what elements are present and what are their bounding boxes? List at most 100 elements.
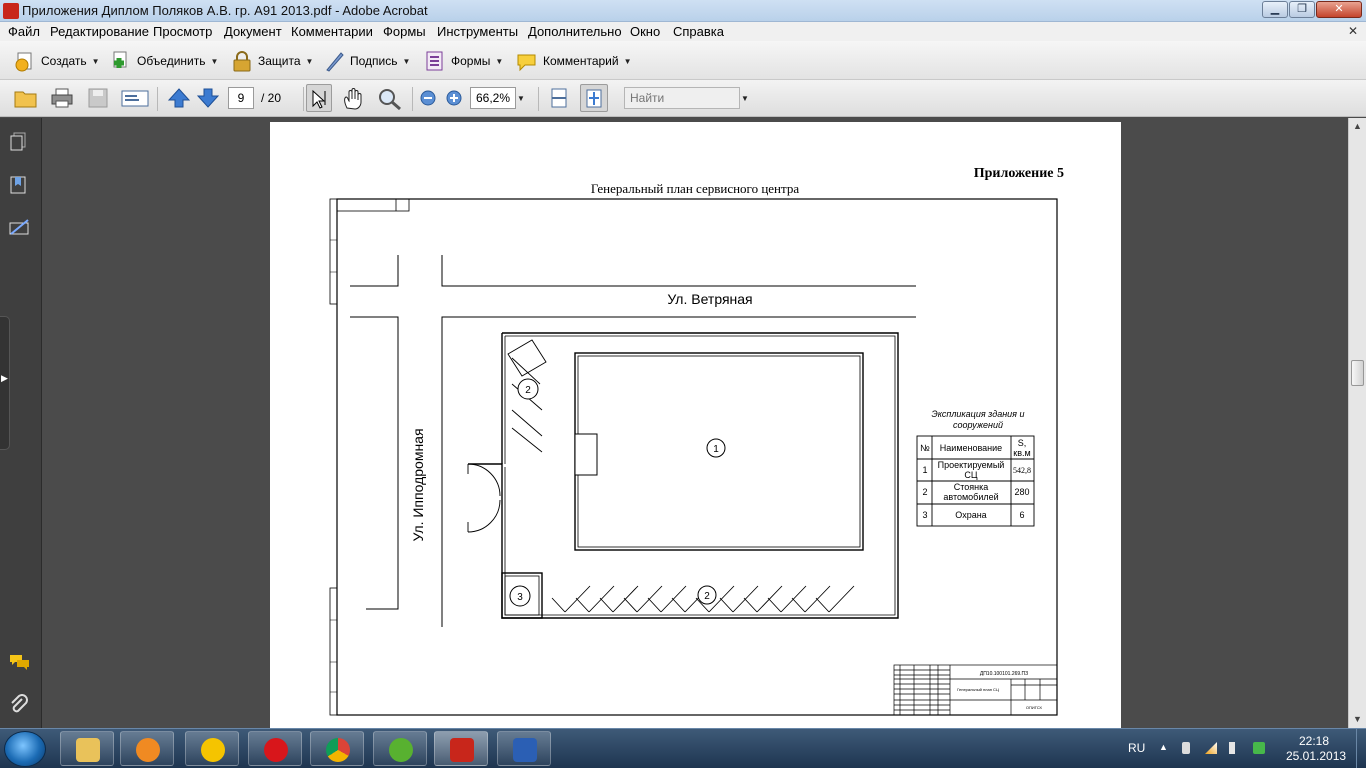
svg-text:1: 1 bbox=[922, 465, 927, 475]
print-icon[interactable] bbox=[51, 88, 73, 108]
zoom-in-icon[interactable] bbox=[446, 90, 462, 110]
explication-title: Экспликация здания и bbox=[932, 409, 1025, 419]
close-button[interactable]: ✕ bbox=[1316, 1, 1362, 18]
open-folder-icon[interactable] bbox=[14, 88, 37, 108]
signatures-panel-icon[interactable] bbox=[9, 218, 29, 238]
secure-button[interactable]: Защита ▼ bbox=[231, 50, 313, 72]
taskbar-utorrent[interactable] bbox=[373, 731, 427, 766]
acrobat-icon bbox=[450, 738, 474, 762]
zoom-tool-icon[interactable] bbox=[378, 88, 401, 111]
network-icon[interactable] bbox=[1205, 742, 1217, 754]
menu-help[interactable]: Справка bbox=[673, 24, 724, 39]
svg-text:№: № bbox=[920, 443, 930, 453]
comment-button[interactable]: Комментарий ▼ bbox=[516, 50, 632, 72]
email-icon[interactable] bbox=[121, 88, 149, 108]
action-center-icon[interactable] bbox=[1253, 742, 1265, 754]
start-button[interactable] bbox=[4, 731, 46, 767]
fit-page-icon[interactable] bbox=[580, 84, 608, 112]
window-title-bar: Приложения Диплом Поляков А.В. гр. А91 2… bbox=[0, 0, 1366, 22]
scroll-up-icon[interactable]: ▲ bbox=[1353, 121, 1362, 131]
toolbar-separator bbox=[157, 87, 158, 111]
scrollbar-thumb[interactable] bbox=[1351, 360, 1364, 386]
vertical-scrollbar[interactable]: ▲ ▼ bbox=[1348, 118, 1366, 728]
show-hidden-icons-icon[interactable]: ▲ bbox=[1159, 742, 1168, 752]
menu-tools[interactable]: Инструменты bbox=[437, 24, 518, 39]
pane-expand-handle[interactable]: ▶ bbox=[0, 316, 10, 450]
menu-document[interactable]: Документ bbox=[224, 24, 282, 39]
bookmarks-panel-icon[interactable] bbox=[9, 175, 29, 195]
battery-icon[interactable] bbox=[1182, 742, 1190, 754]
taskbar-acrobat[interactable] bbox=[434, 731, 488, 766]
window-title: Приложения Диплом Поляков А.В. гр. А91 2… bbox=[22, 3, 428, 18]
street-label-ippodromnaya: Ул. Ипподромная bbox=[410, 428, 426, 541]
taskbar-chrome[interactable] bbox=[310, 731, 364, 766]
forms-button[interactable]: Формы ▼ bbox=[424, 50, 503, 72]
toolbar-separator bbox=[303, 87, 304, 111]
menu-comments[interactable]: Комментарии bbox=[291, 24, 373, 39]
menu-view[interactable]: Просмотр bbox=[153, 24, 212, 39]
taskbar-media-player[interactable] bbox=[120, 731, 174, 766]
menu-advanced[interactable]: Дополнительно bbox=[528, 24, 622, 39]
menu-file[interactable]: Файл bbox=[8, 24, 40, 39]
document-close-icon[interactable]: ✕ bbox=[1348, 24, 1358, 38]
svg-text:542,8: 542,8 bbox=[1013, 466, 1031, 475]
taskbar-word[interactable] bbox=[497, 731, 551, 766]
page-number-input[interactable] bbox=[228, 87, 254, 109]
site-plan-drawing: Приложение 5 Генеральный план сервисного… bbox=[329, 166, 1064, 716]
toolbar-separator bbox=[538, 87, 539, 111]
search-input[interactable] bbox=[624, 87, 740, 109]
create-button[interactable]: Создать ▼ bbox=[14, 50, 100, 72]
zoom-out-icon[interactable] bbox=[420, 90, 436, 110]
svg-text:3: 3 bbox=[922, 510, 927, 520]
navigation-pane: ▶ bbox=[0, 118, 42, 728]
previous-page-icon[interactable] bbox=[167, 88, 191, 108]
zoom-input[interactable] bbox=[470, 87, 516, 109]
windows-taskbar: RU ▲ 22:18 25.01.2013 bbox=[0, 728, 1366, 768]
explication-subtitle: сооружений bbox=[953, 420, 1003, 430]
pages-panel-icon[interactable] bbox=[9, 132, 29, 152]
comment-label: Комментарий bbox=[543, 54, 619, 68]
scroll-down-icon[interactable]: ▼ bbox=[1353, 714, 1362, 724]
combine-button[interactable]: Объединить ▼ bbox=[110, 50, 218, 72]
chevron-down-icon: ▼ bbox=[305, 56, 314, 66]
search-dropdown-chevron-icon[interactable]: ▼ bbox=[741, 94, 749, 103]
select-tool-icon[interactable] bbox=[306, 84, 332, 112]
taskbar-opera[interactable] bbox=[248, 731, 302, 766]
attachments-panel-icon[interactable] bbox=[9, 694, 29, 714]
svg-text:2: 2 bbox=[525, 385, 531, 396]
sign-button[interactable]: Подпись ▼ bbox=[323, 50, 410, 72]
taskbar-explorer[interactable] bbox=[60, 731, 114, 766]
svg-text:кв.м: кв.м bbox=[1013, 448, 1030, 458]
chevron-down-icon: ▼ bbox=[495, 56, 504, 66]
tasks-toolbar: Создать ▼ Объединить ▼ Защита ▼ Подпись … bbox=[0, 41, 1366, 80]
svg-text:3: 3 bbox=[517, 592, 523, 603]
menu-edit[interactable]: Редактирование bbox=[50, 24, 149, 39]
menu-forms[interactable]: Формы bbox=[383, 24, 426, 39]
drawing-frame bbox=[329, 198, 1058, 716]
maximize-button[interactable]: ❐ bbox=[1289, 1, 1315, 18]
marker-parking-left: 2 bbox=[517, 378, 539, 400]
stamp-organization: ОПИГСХ bbox=[1026, 705, 1043, 710]
stamp-sheet-title: Генеральный план СЦ bbox=[957, 687, 999, 692]
marker-guard-house: 3 bbox=[509, 585, 531, 607]
save-icon[interactable] bbox=[87, 88, 109, 108]
volume-icon[interactable] bbox=[1229, 742, 1241, 754]
create-label: Создать bbox=[41, 54, 87, 68]
document-view[interactable]: Приложение 5 Генеральный план сервисного… bbox=[42, 118, 1348, 728]
media-player-icon bbox=[136, 738, 160, 762]
scrolling-mode-icon[interactable] bbox=[548, 88, 570, 108]
taskbar-download-manager[interactable] bbox=[185, 731, 239, 766]
minimize-button[interactable]: ▁ bbox=[1262, 1, 1288, 18]
show-desktop-button[interactable] bbox=[1356, 729, 1366, 768]
comments-panel-icon[interactable] bbox=[9, 653, 29, 673]
system-clock[interactable]: 22:18 25.01.2013 bbox=[1286, 734, 1346, 764]
street-lines bbox=[350, 255, 916, 627]
next-page-icon[interactable] bbox=[196, 88, 220, 108]
chevron-down-icon: ▼ bbox=[402, 56, 411, 66]
language-indicator[interactable]: RU bbox=[1128, 741, 1145, 755]
create-pdf-icon bbox=[14, 50, 36, 72]
menu-window[interactable]: Окно bbox=[630, 24, 660, 39]
zoom-dropdown-chevron-icon[interactable]: ▼ bbox=[517, 94, 525, 103]
hand-tool-icon[interactable] bbox=[341, 88, 363, 110]
site-boundary bbox=[467, 332, 899, 619]
